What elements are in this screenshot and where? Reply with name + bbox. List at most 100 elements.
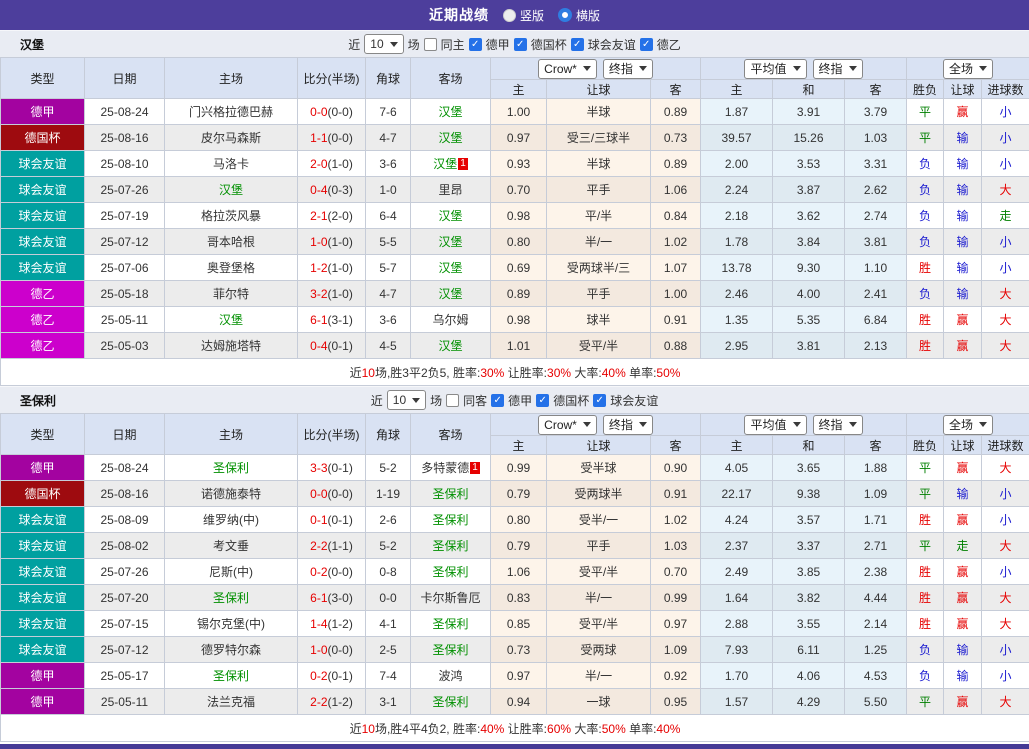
away-team[interactable]: 汉堡	[411, 255, 491, 281]
final-odds-select[interactable]: 终指	[813, 59, 863, 79]
away-team[interactable]: 乌尔姆	[411, 307, 491, 333]
league-badge: 德甲	[1, 689, 85, 715]
away-team[interactable]: 汉堡	[411, 125, 491, 151]
home-team[interactable]: 圣保利	[165, 455, 298, 481]
match-row: 德甲25-05-11法兰克福2-2(1-2)3-1圣保利0.94一球0.951.…	[1, 689, 1029, 715]
league-badge: 球会友谊	[1, 585, 85, 611]
home-team[interactable]: 哥本哈根	[165, 229, 298, 255]
league-checkbox-3[interactable]: ✓	[640, 38, 653, 51]
team-name: 里昂	[438, 183, 462, 197]
team-name: 圣保利	[432, 487, 468, 501]
bookmaker-select[interactable]: Crow*	[538, 59, 597, 79]
home-team[interactable]: 法兰克福	[165, 689, 298, 715]
league-checkbox-0[interactable]: ✓	[491, 394, 504, 407]
home-team[interactable]: 门兴格拉德巴赫	[165, 99, 298, 125]
fulltime-select[interactable]: 全场	[943, 415, 993, 435]
final-odds-select[interactable]: 终指	[603, 415, 653, 435]
away-team[interactable]: 汉堡	[411, 203, 491, 229]
league-badge: 球会友谊	[1, 151, 85, 177]
layout-vertical-option[interactable]: 竖版	[503, 7, 544, 24]
avg-home-odds: 1.70	[701, 663, 773, 689]
column-header-5: 客场	[411, 58, 491, 99]
home-team[interactable]: 菲尔特	[165, 281, 298, 307]
away-team[interactable]: 汉堡1	[411, 151, 491, 177]
away-team[interactable]: 里昂	[411, 177, 491, 203]
away-team[interactable]: 汉堡	[411, 99, 491, 125]
home-team[interactable]: 达姆施塔特	[165, 333, 298, 359]
home-team[interactable]: 马洛卡	[165, 151, 298, 177]
halftime-score: (0-0)	[328, 643, 353, 657]
home-team[interactable]: 皮尔马森斯	[165, 125, 298, 151]
away-team[interactable]: 圣保利	[411, 533, 491, 559]
column-header-0: 类型	[1, 58, 85, 99]
match-count-select[interactable]: 10	[364, 34, 403, 54]
league-checkbox-1[interactable]: ✓	[536, 394, 549, 407]
halftime-score: (2-0)	[328, 209, 353, 223]
away-team[interactable]: 圣保利	[411, 481, 491, 507]
horizontal-radio-icon[interactable]	[558, 8, 572, 22]
league-checkbox-2[interactable]: ✓	[571, 38, 584, 51]
home-team[interactable]: 汉堡	[165, 307, 298, 333]
same-venue-checkbox[interactable]	[424, 38, 437, 51]
away-team[interactable]: 圣保利	[411, 689, 491, 715]
home-team[interactable]: 圣保利	[165, 663, 298, 689]
summary-segment: 近	[350, 366, 362, 380]
sub-header-5: 客	[845, 436, 907, 455]
team-name: 菲尔特	[213, 287, 249, 301]
home-team[interactable]: 汉堡	[165, 177, 298, 203]
corner-score: 3-6	[366, 307, 411, 333]
away-team[interactable]: 汉堡	[411, 229, 491, 255]
away-team[interactable]: 卡尔斯鲁厄	[411, 585, 491, 611]
avg-away-odds: 2.62	[845, 177, 907, 203]
home-team[interactable]: 圣保利	[165, 585, 298, 611]
home-team[interactable]: 诺德施泰特	[165, 481, 298, 507]
avg-draw-odds: 5.35	[773, 307, 845, 333]
result-outcome: 胜	[907, 507, 944, 533]
fulltime-select[interactable]: 全场	[943, 59, 993, 79]
away-team[interactable]: 圣保利	[411, 507, 491, 533]
handicap-outcome: 赢	[944, 99, 982, 125]
same-venue-label: 同客	[463, 392, 487, 409]
chevron-down-icon	[979, 422, 987, 427]
average-select[interactable]: 平均值	[744, 59, 806, 79]
team-name: 德罗特尔森	[201, 643, 261, 657]
away-team[interactable]: 波鸿	[411, 663, 491, 689]
home-team[interactable]: 考文垂	[165, 533, 298, 559]
league-checkbox-2[interactable]: ✓	[593, 394, 606, 407]
home-team[interactable]: 锡尔克堡(中)	[165, 611, 298, 637]
sub-header-4: 和	[773, 436, 845, 455]
home-team[interactable]: 维罗纳(中)	[165, 507, 298, 533]
away-team[interactable]: 多特蒙德1	[411, 455, 491, 481]
home-team[interactable]: 奥登堡格	[165, 255, 298, 281]
avg-draw-odds: 4.29	[773, 689, 845, 715]
bookmaker-select[interactable]: Crow*	[538, 415, 597, 435]
handicap-line: 平/半	[547, 203, 651, 229]
layout-horizontal-option[interactable]: 横版	[558, 7, 600, 24]
home-team[interactable]: 尼斯(中)	[165, 559, 298, 585]
result-outcome: 胜	[907, 255, 944, 281]
match-count-select[interactable]: 10	[387, 390, 426, 410]
result-outcome: 胜	[907, 307, 944, 333]
away-team[interactable]: 汉堡	[411, 333, 491, 359]
team-name: 多特蒙德	[421, 461, 469, 475]
away-team[interactable]: 汉堡	[411, 281, 491, 307]
chevron-down-icon	[793, 422, 801, 427]
team-name: 哥本哈根	[207, 235, 255, 249]
away-team[interactable]: 圣保利	[411, 637, 491, 663]
league-checkbox-1[interactable]: ✓	[514, 38, 527, 51]
same-venue-checkbox[interactable]	[446, 394, 459, 407]
away-team[interactable]: 圣保利	[411, 559, 491, 585]
average-select[interactable]: 平均值	[744, 415, 806, 435]
fulltime-score: 6-1	[310, 313, 327, 327]
vertical-radio-icon[interactable]	[503, 9, 516, 22]
result-outcome: 负	[907, 177, 944, 203]
avg-draw-odds: 3.81	[773, 333, 845, 359]
handicap-away-odds: 0.90	[651, 455, 701, 481]
final-odds-select[interactable]: 终指	[603, 59, 653, 79]
away-team[interactable]: 圣保利	[411, 611, 491, 637]
final-odds-select[interactable]: 终指	[813, 415, 863, 435]
league-checkbox-0[interactable]: ✓	[469, 38, 482, 51]
goals-outcome: 大	[982, 281, 1029, 307]
home-team[interactable]: 德罗特尔森	[165, 637, 298, 663]
home-team[interactable]: 格拉茨风暴	[165, 203, 298, 229]
